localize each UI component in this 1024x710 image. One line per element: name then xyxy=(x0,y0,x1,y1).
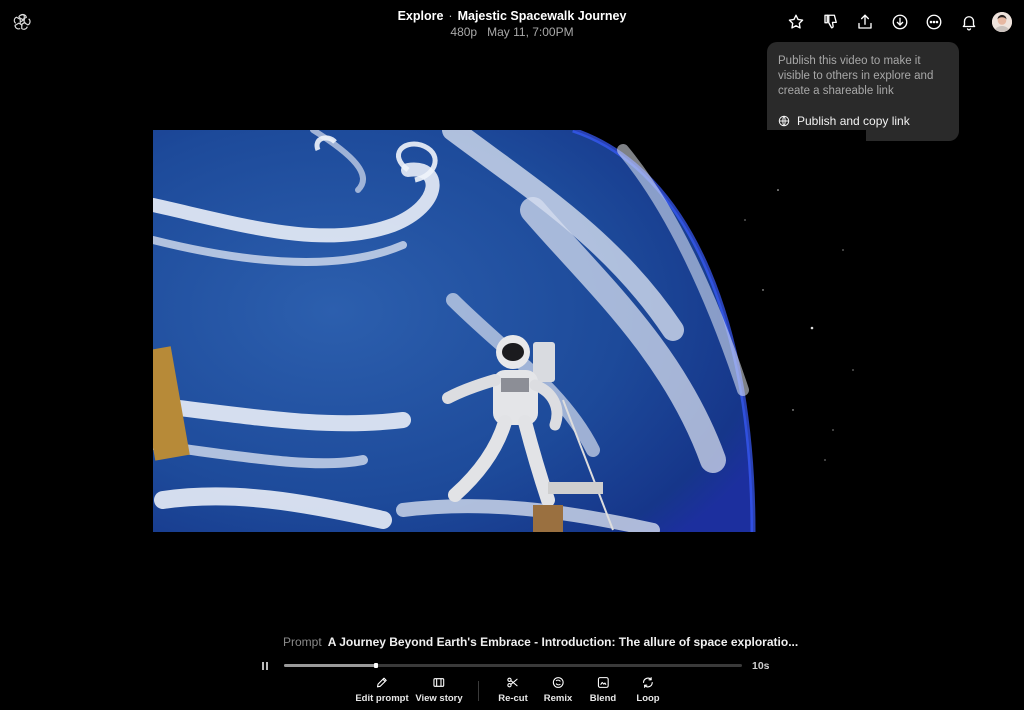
progress-fill xyxy=(284,664,376,667)
remix-label: Remix xyxy=(543,693,573,704)
share-upload-icon xyxy=(858,14,872,29)
prompt-text[interactable]: A Journey Beyond Earth's Embrace - Intro… xyxy=(328,635,799,649)
timestamp-label: May 11, 7:00PM xyxy=(487,25,574,39)
video-player[interactable] xyxy=(153,130,866,532)
storyboard-icon xyxy=(433,678,445,687)
globe-icon xyxy=(778,115,790,127)
publish-action-label: Publish and copy link xyxy=(797,114,910,128)
bell-icon xyxy=(962,16,976,31)
breadcrumb-explore[interactable]: Explore xyxy=(398,9,444,23)
resolution-label: 480p xyxy=(450,25,478,39)
action-bar: Edit prompt View story Re-cut Remix Blen… xyxy=(0,676,1024,706)
download-button[interactable] xyxy=(883,11,918,33)
pause-button[interactable] xyxy=(259,659,271,673)
publish-and-copy-link-button[interactable]: Publish and copy link xyxy=(778,114,949,128)
more-options-button[interactable] xyxy=(917,11,952,33)
loop-label: Loop xyxy=(636,693,660,704)
view-story-button[interactable]: View story xyxy=(415,676,463,704)
pause-icon-bar xyxy=(262,662,264,670)
prompt-label: Prompt xyxy=(283,635,322,649)
breadcrumb-separator: · xyxy=(448,9,453,23)
scissors-icon xyxy=(507,677,518,688)
notifications-button[interactable] xyxy=(952,11,987,33)
loop-button[interactable]: Loop xyxy=(636,676,660,704)
remix-button[interactable]: Remix xyxy=(543,676,573,704)
avatar-image xyxy=(992,12,1012,32)
favorite-button[interactable] xyxy=(779,11,814,33)
video-frame-image xyxy=(153,130,866,532)
blend-label: Blend xyxy=(589,693,617,704)
publish-description: Publish this video to make it visible to… xyxy=(778,55,934,97)
prompt-line: Prompt A Journey Beyond Earth's Embrace -… xyxy=(283,635,798,650)
remix-icon xyxy=(552,677,564,688)
page-title: Majestic Spacewalk Journey xyxy=(457,9,627,23)
share-button[interactable] xyxy=(848,11,883,33)
edit-prompt-button[interactable]: Edit prompt xyxy=(355,676,409,704)
thumbs-down-icon xyxy=(824,14,837,29)
dislike-button[interactable] xyxy=(814,11,849,33)
action-divider xyxy=(478,681,479,701)
blend-button[interactable]: Blend xyxy=(590,676,616,704)
edit-prompt-label: Edit prompt xyxy=(355,693,409,704)
star-icon xyxy=(788,14,804,29)
more-options-icon xyxy=(926,14,942,30)
pause-icon-bar xyxy=(266,662,268,670)
progress-track[interactable] xyxy=(284,663,742,668)
progress-knob[interactable] xyxy=(373,663,378,668)
re-cut-button[interactable]: Re-cut xyxy=(498,676,528,704)
blend-icon xyxy=(597,677,609,688)
pencil-icon xyxy=(377,677,387,688)
top-toolbar xyxy=(779,11,1012,33)
download-icon xyxy=(892,14,908,30)
view-story-label: View story xyxy=(415,693,463,704)
avatar[interactable] xyxy=(992,12,1012,32)
loop-icon xyxy=(643,677,653,688)
re-cut-label: Re-cut xyxy=(498,693,528,704)
duration-label: 10s xyxy=(752,660,770,672)
publish-popover: Publish this video to make it visible to… xyxy=(767,42,959,141)
